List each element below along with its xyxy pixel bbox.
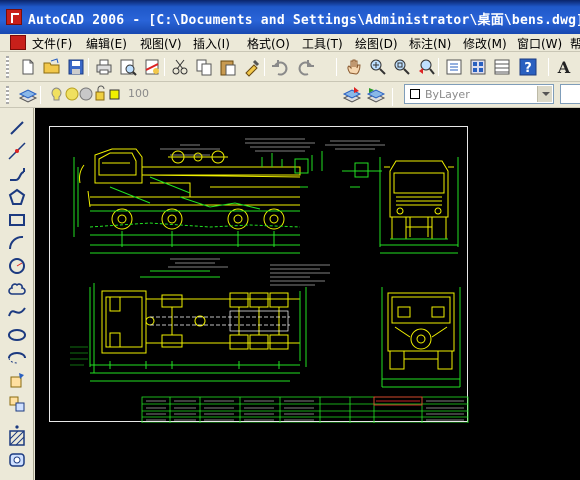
color-control-dropdown[interactable]: ByLayer bbox=[404, 84, 554, 104]
document-control-icon[interactable] bbox=[10, 35, 26, 50]
truck-plan-view bbox=[101, 290, 300, 354]
chevron-down-icon[interactable] bbox=[537, 86, 552, 102]
svg-text:A: A bbox=[557, 58, 571, 77]
paste-icon[interactable] bbox=[218, 57, 238, 77]
redo-icon[interactable] bbox=[296, 57, 316, 77]
layer-state-icons bbox=[51, 85, 120, 101]
ellipse-arc-icon[interactable] bbox=[7, 348, 27, 368]
new-file-icon[interactable] bbox=[18, 57, 38, 77]
truck-drawing bbox=[70, 138, 469, 423]
zoom-previous-icon[interactable] bbox=[416, 57, 436, 77]
menu-insert[interactable]: 插入(I) bbox=[193, 35, 230, 52]
menu-view[interactable]: 视图(V) bbox=[140, 35, 182, 52]
menu-help[interactable]: 帮 bbox=[570, 35, 580, 52]
title-bar: AutoCAD 2006 - [C:\Documents and Setting… bbox=[0, 0, 580, 34]
menu-file[interactable]: 文件(F) bbox=[32, 35, 72, 52]
make-object-layer-current-icon[interactable] bbox=[342, 85, 362, 105]
match-properties-icon[interactable] bbox=[242, 57, 262, 77]
color-swatch bbox=[410, 89, 420, 99]
menu-tools[interactable]: 工具(T) bbox=[302, 35, 343, 52]
text-icon[interactable]: A bbox=[556, 57, 576, 77]
arc-icon[interactable] bbox=[7, 233, 27, 253]
menu-window[interactable]: 窗口(W) bbox=[517, 35, 562, 52]
linetype-control-dropdown[interactable] bbox=[560, 84, 580, 104]
menu-modify[interactable]: 修改(M) bbox=[463, 35, 507, 52]
spline-icon[interactable] bbox=[7, 302, 27, 322]
rectangle-icon[interactable] bbox=[7, 210, 27, 230]
plot-icon[interactable] bbox=[94, 57, 114, 77]
zoom-window-icon[interactable] bbox=[392, 57, 412, 77]
construction-line-icon[interactable] bbox=[7, 141, 27, 161]
truck-rear-view bbox=[387, 292, 455, 370]
truck-side-view bbox=[79, 148, 301, 230]
menu-edit[interactable]: 编辑(E) bbox=[86, 35, 127, 52]
open-icon[interactable] bbox=[42, 57, 62, 77]
help-icon[interactable]: ? bbox=[518, 57, 538, 77]
standard-toolbar: ? A bbox=[0, 52, 580, 82]
menu-format[interactable]: 格式(O) bbox=[247, 35, 290, 52]
save-icon[interactable] bbox=[66, 57, 86, 77]
hatch-icon[interactable] bbox=[7, 428, 27, 448]
layer-manager-icon[interactable] bbox=[18, 85, 38, 105]
design-center-icon[interactable] bbox=[468, 57, 488, 77]
toolbar-grip[interactable] bbox=[6, 56, 9, 78]
plot-preview-icon[interactable] bbox=[118, 57, 138, 77]
polygon-icon[interactable] bbox=[7, 187, 27, 207]
toolbar-grip[interactable] bbox=[6, 86, 9, 104]
current-layer-name: 100 bbox=[128, 87, 149, 100]
layer-control-dropdown[interactable] bbox=[51, 84, 326, 104]
zoom-realtime-icon[interactable] bbox=[368, 57, 388, 77]
cut-icon[interactable] bbox=[170, 57, 190, 77]
layer-previous-icon[interactable] bbox=[366, 85, 386, 105]
line-icon[interactable] bbox=[7, 118, 27, 138]
menu-bar: 文件(F) 编辑(E) 视图(V) 插入(I) 格式(O) 工具(T) 绘图(D… bbox=[0, 34, 580, 52]
pan-icon[interactable] bbox=[344, 57, 364, 77]
model-space-drawing-area[interactable] bbox=[35, 108, 580, 480]
autocad-app-icon[interactable] bbox=[6, 9, 22, 25]
circle-icon[interactable] bbox=[7, 256, 27, 276]
menu-dimension[interactable]: 标注(N) bbox=[409, 35, 451, 52]
properties-icon[interactable] bbox=[444, 57, 464, 77]
color-control-value: ByLayer bbox=[425, 88, 470, 101]
svg-text:?: ? bbox=[524, 61, 532, 76]
undo-icon[interactable] bbox=[270, 57, 290, 77]
draw-toolbar bbox=[0, 108, 34, 480]
ellipse-icon[interactable] bbox=[7, 325, 27, 345]
copy-icon[interactable] bbox=[194, 57, 214, 77]
revision-cloud-icon[interactable] bbox=[7, 279, 27, 299]
drawing-sheet-border bbox=[49, 126, 469, 423]
publish-icon[interactable] bbox=[142, 57, 162, 77]
menu-draw[interactable]: 绘图(D) bbox=[355, 35, 398, 52]
truck-front-view bbox=[384, 160, 454, 240]
insert-block-icon[interactable] bbox=[7, 371, 27, 391]
region-icon[interactable] bbox=[7, 450, 27, 470]
window-title: AutoCAD 2006 - [C:\Documents and Setting… bbox=[28, 13, 580, 28]
polyline-icon[interactable] bbox=[7, 164, 27, 184]
make-block-icon[interactable] bbox=[7, 394, 27, 414]
tool-palettes-icon[interactable] bbox=[492, 57, 512, 77]
